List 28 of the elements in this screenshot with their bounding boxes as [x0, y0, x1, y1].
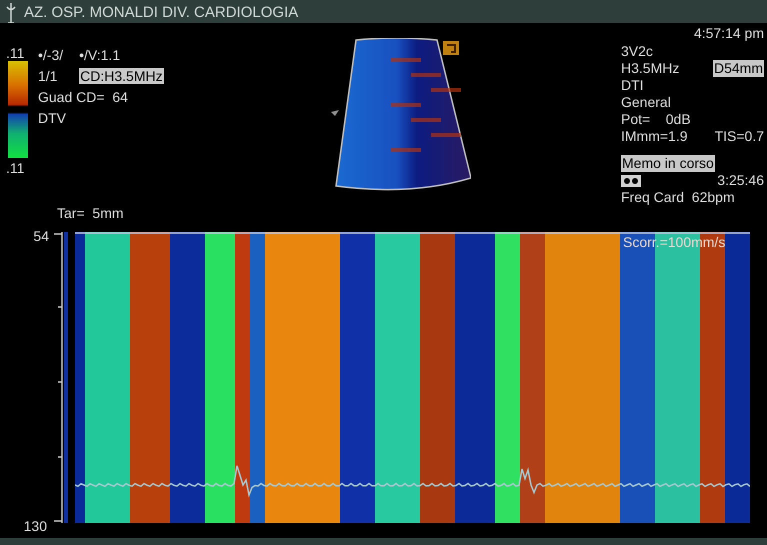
institution-title: AZ. OSP. MONALDI DIV. CARDIOLOGIA	[24, 3, 298, 23]
scan-parameter: D54mm	[712, 60, 764, 77]
scan-parameter: Pot= 0dB	[621, 111, 691, 128]
scan-parameter: IMmm=1.9	[621, 128, 688, 145]
clip-time: 3:25:46	[717, 172, 764, 189]
scan-parameter: 1/1	[38, 68, 58, 84]
scan-parameter: H3.5MHz	[621, 60, 680, 77]
depth-bottom-label: 130	[24, 517, 47, 536]
heart-rate: Freq Card 62bpm	[621, 189, 736, 206]
target-label: Tar= 5mm	[57, 204, 125, 223]
scan-parameter: DTI	[621, 77, 644, 94]
memo-status: Memo in corso	[621, 155, 715, 172]
depth-top-label: 54	[33, 227, 49, 246]
scan-parameter: General	[621, 94, 671, 111]
scale-min-label: .11	[6, 160, 24, 176]
scan-parameter: •/-3/	[38, 47, 64, 63]
scan-parameter: Guad CD= 64	[38, 89, 128, 105]
scan-parameter: 3V2c	[621, 43, 653, 60]
scan-parameter: DTV	[38, 110, 66, 126]
tape-icon	[621, 174, 641, 186]
scan-parameter: •/V:1.1	[79, 47, 120, 63]
scale-max-label: .11	[6, 45, 24, 61]
probe-icon	[6, 3, 16, 23]
sweep-speed: Scorr.=100mm/s	[623, 234, 726, 251]
scan-parameter: TIS=0.7	[714, 128, 764, 145]
clock-time: 4:57:14 pm	[694, 25, 764, 41]
scan-parameter: CD:H3.5MHz	[79, 68, 164, 84]
orientation-icon	[443, 41, 459, 55]
